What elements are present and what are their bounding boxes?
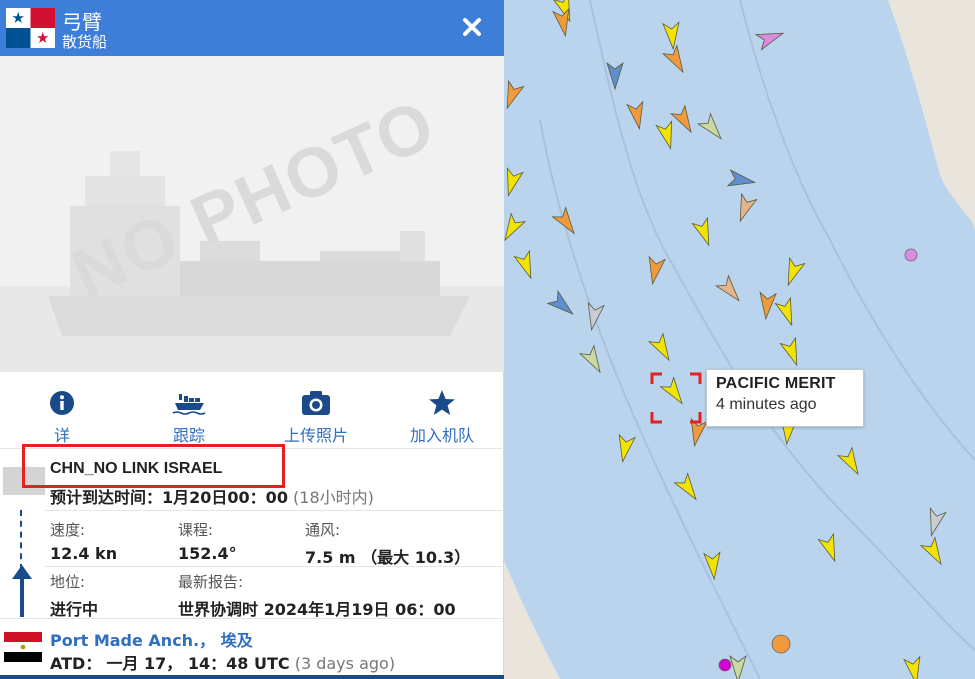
- status-stat: 地位: 进行中: [50, 571, 98, 620]
- ship-marker[interactable]: [754, 26, 786, 51]
- course-value: 152.4°: [178, 544, 237, 563]
- ship-marker[interactable]: [584, 301, 605, 332]
- atd-line: ATD： 一月 17， 14：48 UTC (3 days ago): [50, 650, 395, 674]
- egypt-flag-icon: [4, 632, 42, 662]
- section-divider: [0, 618, 504, 619]
- course-label: 课程:: [178, 521, 214, 539]
- panama-flag-icon: [6, 8, 55, 48]
- vessel-photo-placeholder: NO PHOTO: [0, 56, 504, 372]
- ship-track-icon: [172, 394, 206, 415]
- info-icon: [50, 391, 74, 415]
- eta-value: 1月20日00：00: [162, 488, 288, 507]
- last-report-value: 世界协调时 2024年1月19日 06：00: [178, 600, 456, 619]
- eta-label: 预计到达时间：: [50, 488, 163, 507]
- vessel-type: 散货船: [62, 33, 108, 51]
- close-button[interactable]: [459, 14, 485, 40]
- ship-marker[interactable]: [546, 289, 578, 320]
- ship-marker[interactable]: [696, 112, 727, 144]
- ship-marker[interactable]: [673, 472, 703, 504]
- ship-marker[interactable]: [779, 336, 804, 368]
- ship-marker[interactable]: [661, 44, 690, 77]
- departure-port-link[interactable]: Port Made Anch.， 埃及: [50, 627, 253, 651]
- ship-marker[interactable]: [655, 120, 678, 150]
- ship-marker[interactable]: [691, 216, 716, 248]
- draught-stat: 通风: 7.5 m （最大 10.3）: [305, 519, 470, 568]
- ship-marker[interactable]: [626, 100, 647, 131]
- ship-marker[interactable]: [647, 332, 676, 365]
- track-label: 跟踪: [172, 426, 205, 445]
- star-icon: [429, 390, 455, 415]
- draught-label: 通风:: [305, 521, 341, 539]
- status-label: 地位:: [50, 573, 86, 591]
- app-root: PACIFIC MERIT 4 minutes ago 弓臂 散货船 NO PH…: [0, 0, 975, 679]
- vessel-info-panel: 弓臂 散货船 NO PHOTO 详 跟踪 上传照片 加入机队 CHN_NO LI…: [0, 0, 504, 679]
- last-report-label: 最新报告:: [178, 573, 244, 591]
- ship-marker[interactable]: [659, 376, 689, 408]
- land-area-right: [888, 0, 975, 230]
- section-divider: [44, 566, 504, 567]
- anchored-vessel-marker[interactable]: [771, 634, 791, 654]
- eta-relative: (18小时内): [293, 488, 374, 507]
- ship-marker[interactable]: [774, 296, 799, 328]
- draught-value: 7.5 m （最大 10.3）: [305, 548, 471, 567]
- ship-marker[interactable]: [669, 104, 698, 137]
- ship-tooltip: PACIFIC MERIT 4 minutes ago: [706, 369, 864, 427]
- ship-marker[interactable]: [817, 532, 842, 564]
- route-progress-line: [20, 510, 24, 570]
- speed-value: 12.4 kn: [50, 544, 118, 563]
- speed-stat: 速度: 12.4 kn: [50, 519, 117, 563]
- upload-photo-button[interactable]: 上传照片: [261, 388, 371, 446]
- depth-contour: [589, 0, 975, 651]
- tooltip-report-age: 4 minutes ago: [716, 396, 817, 413]
- ship-marker[interactable]: [729, 654, 747, 679]
- anchored-vessel-marker[interactable]: [718, 658, 732, 672]
- section-divider: [44, 510, 504, 511]
- add-to-fleet-button[interactable]: 加入机队: [387, 388, 497, 446]
- land-area-bottom: [504, 560, 560, 679]
- ship-marker[interactable]: [758, 291, 777, 321]
- close-icon[interactable]: [459, 14, 485, 40]
- camera-icon: [302, 391, 330, 415]
- speed-label: 速度:: [50, 521, 86, 539]
- ship-marker[interactable]: [781, 256, 806, 288]
- ship-markers: [504, 0, 948, 679]
- details-label: 详: [53, 426, 70, 445]
- panel-header: 弓臂 散货船: [0, 0, 504, 56]
- course-stat: 课程: 152.4°: [178, 519, 237, 563]
- atd-value: 一月 17， 14：48 UTC: [106, 654, 290, 673]
- ship-marker[interactable]: [714, 274, 745, 306]
- details-button[interactable]: 详: [7, 388, 117, 446]
- last-report-stat: 最新报告: 世界协调时 2024年1月19日 06：00: [178, 571, 456, 620]
- anchored-vessel-marker[interactable]: [904, 248, 918, 262]
- ship-marker[interactable]: [662, 21, 681, 51]
- destination-highlight-box: [22, 444, 285, 488]
- ship-marker[interactable]: [513, 249, 538, 281]
- add-to-fleet-label: 加入机队: [409, 426, 474, 445]
- ship-marker[interactable]: [924, 507, 947, 537]
- route-arrow-icon: [12, 565, 32, 617]
- track-button[interactable]: 跟踪: [134, 388, 244, 446]
- ship-marker[interactable]: [703, 551, 722, 581]
- ship-marker[interactable]: [645, 255, 666, 286]
- atd-relative: (3 days ago): [294, 654, 396, 673]
- ship-marker[interactable]: [836, 446, 865, 479]
- ship-marker[interactable]: [733, 192, 758, 224]
- atd-label: ATD：: [50, 654, 102, 673]
- status-value: 进行中: [50, 600, 99, 619]
- action-bar: 详 跟踪 上传照片 加入机队: [0, 380, 504, 448]
- ship-marker[interactable]: [615, 433, 636, 464]
- ship-marker[interactable]: [903, 655, 924, 679]
- tooltip-ship-name: PACIFIC MERIT: [716, 375, 836, 392]
- ship-marker[interactable]: [919, 536, 948, 569]
- panel-bottom-bar: [0, 675, 504, 679]
- upload-photo-label: 上传照片: [283, 426, 348, 445]
- ship-marker[interactable]: [578, 344, 607, 377]
- ship-marker[interactable]: [726, 169, 757, 190]
